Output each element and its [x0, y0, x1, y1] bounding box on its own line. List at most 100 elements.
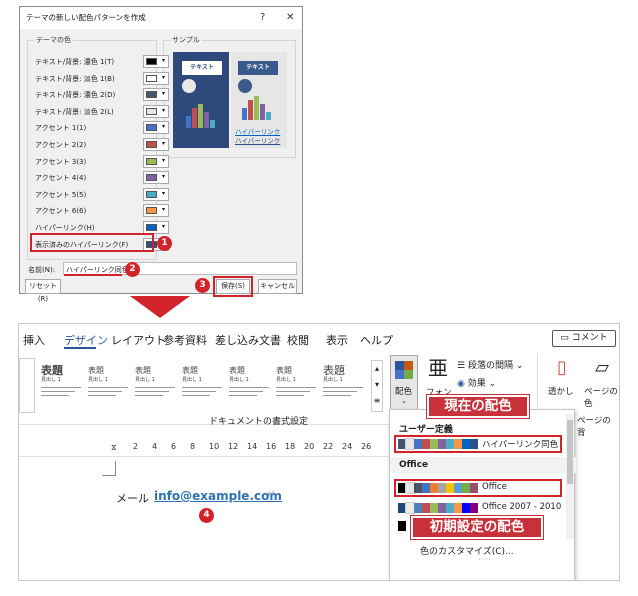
chevron-down-icon: ⌄ — [401, 397, 407, 405]
style-set-thumbnail[interactable]: 表題 見出し 1 — [276, 364, 328, 412]
ribbon-tab[interactable]: レイアウト — [111, 332, 166, 348]
sample-light-preview: テキスト ハイパーリンク ハイパーリンク — [231, 52, 287, 148]
style-set-thumbnail[interactable]: 表題 見出し 1 — [182, 364, 234, 412]
scheme-color-chip — [446, 503, 454, 513]
color-swatch — [146, 107, 157, 115]
style-thumbnail-lines — [88, 387, 140, 396]
chevron-down-icon: ▾ — [161, 206, 165, 214]
colors-button[interactable]: 配色 ⌄ — [390, 355, 418, 413]
style-thumbnail-lines — [323, 387, 375, 396]
ruler-number: 26 — [361, 442, 372, 451]
style-set-thumbnail[interactable]: 表題 見出し 1 — [88, 364, 140, 412]
scheme-color-chip — [438, 503, 446, 513]
color-swatch — [146, 74, 157, 82]
customize-colors-item[interactable]: 色のカスタマイズ(C)... — [420, 544, 514, 557]
color-picker-button[interactable]: ▾ — [143, 55, 169, 68]
style-thumbnail-heading: 見出し 1 — [182, 377, 202, 383]
email-link[interactable]: info@example.com — [154, 489, 282, 503]
close-icon[interactable]: ✕ — [286, 7, 294, 29]
visited-link-highlight — [30, 233, 154, 252]
style-thumbnail-0[interactable] — [19, 358, 35, 413]
style-set-thumbnail[interactable]: 表題 見出し 1 — [135, 364, 187, 412]
style-thumbnail-title: 表題 — [88, 366, 104, 375]
resize-grip-icon[interactable]: ····· — [478, 555, 491, 564]
color-row-label: アクセント 4(4) — [35, 174, 87, 183]
badge-3: 3 — [195, 278, 210, 293]
color-picker-button[interactable]: ▾ — [143, 187, 169, 201]
paragraph-spacing-button[interactable]: ☰ 段落の間隔 ⌄ — [457, 358, 523, 371]
ruler-number: 6 — [171, 442, 177, 451]
color-row-label: ハイパーリンク(H) — [35, 224, 95, 232]
ribbon-tab[interactable]: デザイン — [64, 332, 108, 348]
color-picker-button[interactable]: ▾ — [143, 121, 169, 135]
ribbon-tab[interactable]: 校閲 — [287, 332, 309, 348]
ruler-number: 18 — [285, 442, 296, 451]
help-button[interactable]: ? — [260, 7, 265, 29]
scheme-color-chip — [470, 503, 478, 513]
color-picker-button[interactable]: ▾ — [143, 71, 169, 85]
style-set-thumbnail[interactable]: 表題 見出し 1 — [41, 364, 93, 412]
style-set-thumbnail[interactable]: 表題 見出し 1 — [229, 364, 281, 412]
ribbon-tab[interactable]: 表示 — [326, 332, 348, 348]
style-thumbnail-lines — [41, 387, 93, 396]
ribbon-tab[interactable]: ヘルプ — [360, 332, 393, 348]
style-thumbnail-heading: 見出し 1 — [276, 377, 296, 383]
sample-label: サンプル — [170, 35, 202, 45]
style-set-thumbnail[interactable]: 表題 見出し 1 — [323, 364, 375, 412]
scheme-color-chip — [405, 502, 415, 514]
ruler-number: 22 — [323, 442, 334, 451]
color-picker-button[interactable]: ▾ — [143, 138, 169, 151]
menu-scrollbar[interactable] — [566, 414, 574, 539]
color-picker-button[interactable]: ▾ — [143, 204, 169, 218]
style-thumbnail-title: 表題 — [41, 364, 63, 377]
style-thumbnail-heading: 見出し 1 — [323, 377, 343, 383]
color-picker-button[interactable]: ▾ — [143, 88, 169, 102]
style-thumbnail-lines — [276, 387, 328, 396]
ribbon-tab[interactable]: 参考資料 — [163, 332, 207, 348]
watermark-label: 透かし — [548, 387, 574, 397]
ribbon-tab[interactable]: 挿入 — [23, 332, 45, 348]
font-icon: 亜 — [428, 356, 448, 380]
initial-scheme-callout: 初期設定の配色 — [410, 515, 544, 540]
cancel-button[interactable]: キャンセル — [258, 279, 297, 294]
color-row-label: アクセント 3(3) — [35, 157, 87, 166]
ribbon-tab[interactable]: 差し込み文書 — [215, 332, 281, 348]
office2007-scheme-item[interactable]: Office 2007 - 2010 — [398, 501, 562, 515]
reset-button[interactable]: リセット(R) — [25, 279, 61, 303]
screenshot: テーマの新しい配色パターンを作成 ? ✕ テーマの色 サンプル テキスト/背景:… — [0, 0, 638, 596]
user-defined-heading: ユーザー定義 — [399, 425, 453, 435]
menu-scroll-thumb[interactable] — [567, 420, 573, 484]
chevron-up-icon: ▴ — [374, 364, 379, 373]
color-picker-button[interactable]: ▾ — [143, 171, 169, 185]
ruler-number: 20 — [304, 442, 315, 451]
save-highlight — [213, 276, 253, 297]
chevron-down-icon: ▾ — [374, 380, 379, 389]
create-theme-colors-dialog: テーマの新しい配色パターンを作成 ? ✕ テーマの色 サンプル テキスト/背景:… — [19, 6, 303, 303]
page-color-button[interactable]: ▱ ページの色 — [582, 357, 619, 417]
color-row-label: アクセント 1(1) — [35, 124, 87, 133]
style-thumbnail-title: 表題 — [323, 364, 345, 377]
color-row-label: テキスト/背景: 淡色 1(B) — [35, 74, 115, 83]
ruler: 2 4 6 8 10 12 14 16 18 20 22 24 26 ⧖ — [19, 441, 399, 457]
color-picker-button[interactable]: ▾ — [143, 154, 169, 168]
page-color-icon: ▱ — [595, 357, 609, 378]
mail-label: メール — [116, 492, 149, 505]
custom-scheme-highlight — [394, 435, 562, 453]
paragraph-mark-icon: ↵ — [267, 489, 276, 500]
color-picker-button[interactable]: ▾ — [143, 104, 169, 118]
comment-icon: ▭ — [560, 333, 572, 343]
effects-button[interactable]: ◉ 効果 ⌄ — [457, 376, 496, 389]
sample-text-box-2: テキスト — [238, 61, 278, 75]
sample-circle-2 — [238, 79, 252, 93]
comment-button[interactable]: ▭ コメント — [552, 330, 616, 347]
chevron-down-icon: ▾ — [161, 123, 165, 131]
chevron-down-icon: ▾ — [161, 106, 165, 114]
color-swatch — [146, 190, 157, 198]
watermark-button[interactable]: ▯ 透かし — [547, 357, 577, 417]
color-swatch — [146, 91, 157, 99]
indent-marker-icon[interactable]: ⧖ — [111, 443, 117, 453]
ruler-number: 24 — [342, 442, 353, 451]
style-thumbnail-lines — [135, 387, 187, 396]
style-thumbnail-heading: 見出し 1 — [135, 377, 155, 383]
gallery-scroll[interactable]: ▴ ▾ ≡ — [371, 360, 383, 412]
